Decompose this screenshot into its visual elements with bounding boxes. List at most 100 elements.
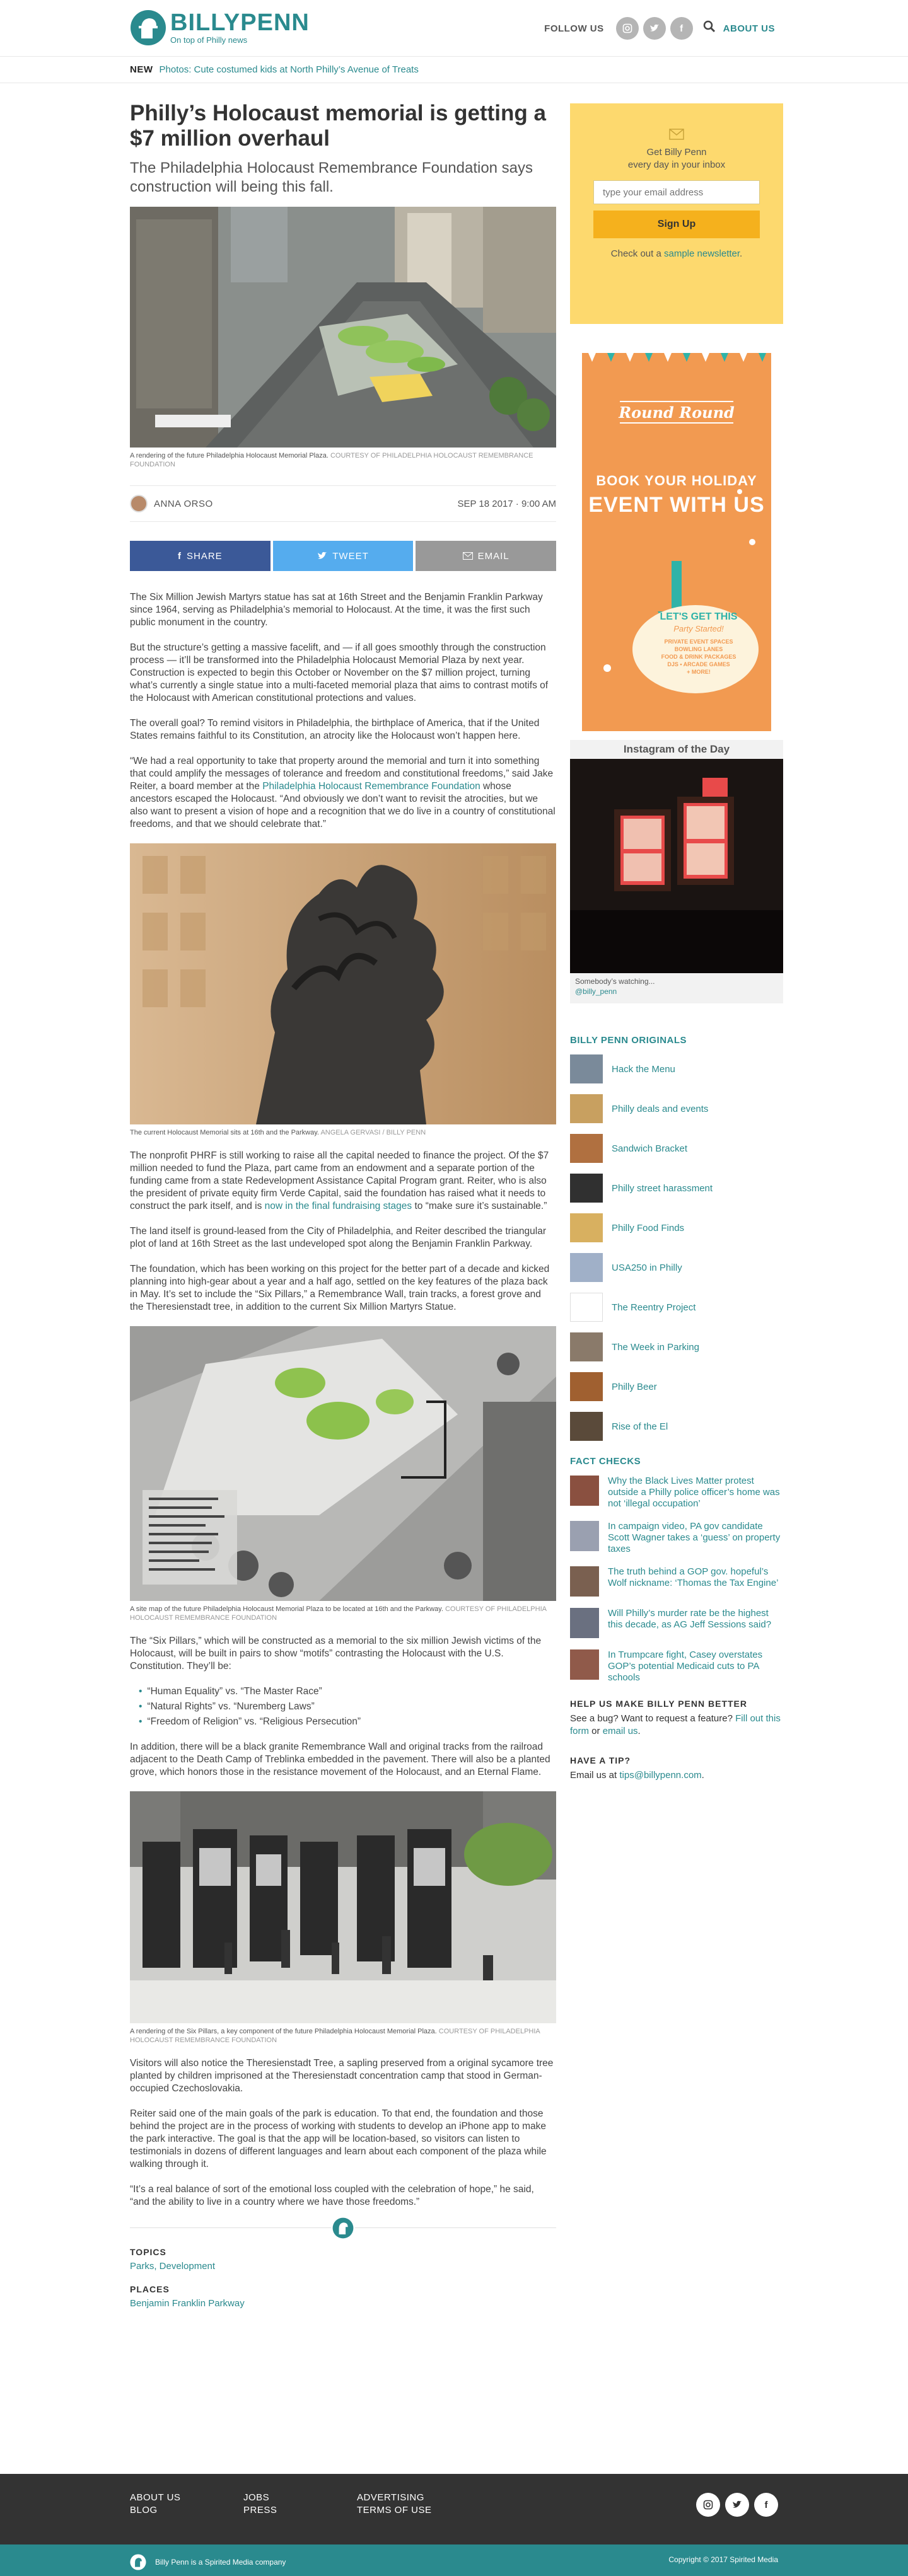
original-link[interactable]: USA250 in Philly <box>612 1262 682 1273</box>
paragraph: Reiter said one of the main goals of the… <box>130 2108 547 2169</box>
original-link[interactable]: Rise of the El <box>612 1421 668 1432</box>
original-link[interactable]: Philly Beer <box>612 1382 657 1392</box>
article-body: The Six Million Jewish Martyrs statue ha… <box>130 591 556 2209</box>
tip-text-part: Email us at <box>570 1770 620 1781</box>
newsletter-box: Get Billy Penn every day in your inbox S… <box>570 103 783 324</box>
article: Philly’s Holocaust memorial is getting a… <box>130 101 557 2321</box>
list-item[interactable]: In campaign video, PA gov candidate Scot… <box>570 1521 783 1555</box>
footer-terms-link[interactable]: TERMS OF USE <box>357 2504 458 2517</box>
instagram-icon[interactable] <box>696 2493 720 2517</box>
site-logo[interactable]: BILLYPENN On top of Philly news <box>130 9 310 47</box>
statue-caption: The current Holocaust Memorial sits at 1… <box>130 1128 556 1137</box>
newsletter-email-input[interactable] <box>593 180 760 204</box>
list-item[interactable]: Philly Beer <box>570 1372 783 1401</box>
fact-check-link[interactable]: In campaign video, PA gov candidate Scot… <box>608 1521 783 1555</box>
instagram-handle-link[interactable]: @billy_penn <box>575 987 617 996</box>
thumbnail <box>570 1649 599 1680</box>
list-item: “Freedom of Religion” vs. “Religious Per… <box>139 1716 556 1728</box>
phrf-link[interactable]: Philadelphia Holocaust Remembrance Found… <box>262 781 480 792</box>
list-item[interactable]: The Reentry Project <box>570 1293 783 1322</box>
instagram-photo[interactable] <box>570 759 783 973</box>
list-item[interactable]: Hack the Menu <box>570 1054 783 1083</box>
fact-check-link[interactable]: The truth behind a GOP gov. hopeful’s Wo… <box>608 1566 783 1597</box>
list-item[interactable]: Rise of the El <box>570 1412 783 1441</box>
six-pillars-caption-text: A rendering of the Six Pillars, a key co… <box>130 2028 437 2035</box>
list-item[interactable]: Sandwich Bracket <box>570 1134 783 1163</box>
footer-jobs-link[interactable]: JOBS <box>243 2492 306 2504</box>
original-link[interactable]: Hack the Menu <box>612 1064 675 1075</box>
share-facebook-label: SHARE <box>186 550 223 562</box>
list-item[interactable]: USA250 in Philly <box>570 1253 783 1282</box>
list-item[interactable]: The Week in Parking <box>570 1332 783 1361</box>
list-item[interactable]: Philly street harassment <box>570 1174 783 1203</box>
fundraising-link[interactable]: now in the final fundraising stages <box>265 1201 412 1211</box>
share-facebook-button[interactable]: f SHARE <box>130 541 271 571</box>
help-text-part: . <box>637 1726 641 1736</box>
footer-bottom-bar: Billy Penn is a Spirited Media company C… <box>0 2544 908 2576</box>
original-link[interactable]: Philly Food Finds <box>612 1223 684 1233</box>
share-twitter-label: TWEET <box>332 550 369 562</box>
share-email-label: EMAIL <box>477 550 509 562</box>
list-item: “Natural Rights” vs. “Nuremberg Laws” <box>139 1701 556 1713</box>
thumbnail <box>570 1253 603 1282</box>
new-story-link[interactable]: Photos: Cute costumed kids at North Phil… <box>160 64 419 75</box>
ad-badge-2: Party Started! <box>673 624 724 633</box>
email-icon <box>462 552 473 560</box>
facebook-icon[interactable]: f <box>754 2493 778 2517</box>
list-item[interactable]: Will Philly’s murder rate be the highest… <box>570 1608 783 1638</box>
facebook-icon[interactable]: f <box>670 17 693 40</box>
author-name[interactable]: ANNA ORSO <box>154 499 213 509</box>
originals-heading: BILLY PENN ORIGINALS <box>570 1035 687 1046</box>
list-item[interactable]: In Trumpcare fight, Casey overstates GOP… <box>570 1649 783 1684</box>
original-link[interactable]: The Week in Parking <box>612 1342 699 1353</box>
footer-press-link[interactable]: PRESS <box>243 2504 306 2517</box>
help-text-part: See a bug? Want to request a feature? <box>570 1713 736 1724</box>
search-icon[interactable] <box>703 20 716 37</box>
fact-check-link[interactable]: In Trumpcare fight, Casey overstates GOP… <box>608 1649 783 1684</box>
original-link[interactable]: Philly deals and events <box>612 1104 708 1114</box>
original-link[interactable]: The Reentry Project <box>612 1302 696 1313</box>
share-twitter-button[interactable]: TWEET <box>272 541 414 571</box>
ad-list-item: + MORE! <box>687 669 711 675</box>
originals-list: Hack the Menu Philly deals and events Sa… <box>570 1054 783 1441</box>
fact-check-link[interactable]: Why the Black Lives Matter protest outsi… <box>608 1476 783 1510</box>
site-map-caption: A site map of the future Philadelphia Ho… <box>130 1605 556 1622</box>
ad-list-item: FOOD & DRINK PACKAGES <box>661 654 736 660</box>
thumbnail <box>570 1566 599 1597</box>
footer-blog-link[interactable]: BLOG <box>130 2504 193 2517</box>
newsletter-sample-period: . <box>740 248 743 259</box>
original-link[interactable]: Philly street harassment <box>612 1183 713 1194</box>
sample-newsletter-link[interactable]: sample newsletter <box>664 248 740 259</box>
list-item[interactable]: Philly deals and events <box>570 1094 783 1123</box>
end-divider <box>130 2217 556 2239</box>
original-link[interactable]: Sandwich Bracket <box>612 1143 687 1154</box>
places-links[interactable]: Benjamin Franklin Parkway <box>130 2298 556 2309</box>
twitter-icon[interactable] <box>725 2493 749 2517</box>
thumbnail <box>570 1332 603 1361</box>
paragraph: “We had a real opportunity to take that … <box>130 755 556 831</box>
paragraph: The overall goal? To remind visitors in … <box>130 718 540 741</box>
instagram-icon[interactable] <box>615 17 639 40</box>
footer-advertising-link[interactable]: ADVERTISING <box>357 2492 458 2504</box>
fact-check-link[interactable]: Will Philly’s murder rate be the highest… <box>608 1608 783 1638</box>
paragraph: The “Six Pillars,” which will be constru… <box>130 1636 542 1672</box>
tips-email-link[interactable]: tips@billypenn.com <box>619 1770 701 1781</box>
footer-about-link[interactable]: ABOUT US <box>130 2492 193 2504</box>
topics-links[interactable]: Parks, Development <box>130 2261 556 2272</box>
footer-copyright: Copyright © 2017 Spirited Media <box>668 2555 778 2564</box>
twitter-icon[interactable] <box>643 17 666 40</box>
help-text: See a bug? Want to request a feature? Fi… <box>570 1713 783 1738</box>
list-item[interactable]: The truth behind a GOP gov. hopeful’s Wo… <box>570 1566 783 1597</box>
newsletter-signup-button[interactable]: Sign Up <box>593 211 760 238</box>
six-pillars-caption: A rendering of the Six Pillars, a key co… <box>130 2027 556 2045</box>
email-us-link[interactable]: email us <box>603 1726 638 1736</box>
ad-list-item: BOWLING LANES <box>674 646 723 652</box>
list-item[interactable]: Why the Black Lives Matter protest outsi… <box>570 1476 783 1510</box>
topics-label: TOPICS <box>130 2247 166 2257</box>
list-item[interactable]: Philly Food Finds <box>570 1213 783 1242</box>
new-label: NEW <box>130 64 153 75</box>
about-us-link[interactable]: ABOUT US <box>723 23 775 34</box>
logo-name: BILLYPENN <box>170 9 310 36</box>
advertisement[interactable]: Round Round BOOK YOUR HOLIDAY EVENT WITH… <box>582 353 771 731</box>
share-email-button[interactable]: EMAIL <box>416 541 557 571</box>
